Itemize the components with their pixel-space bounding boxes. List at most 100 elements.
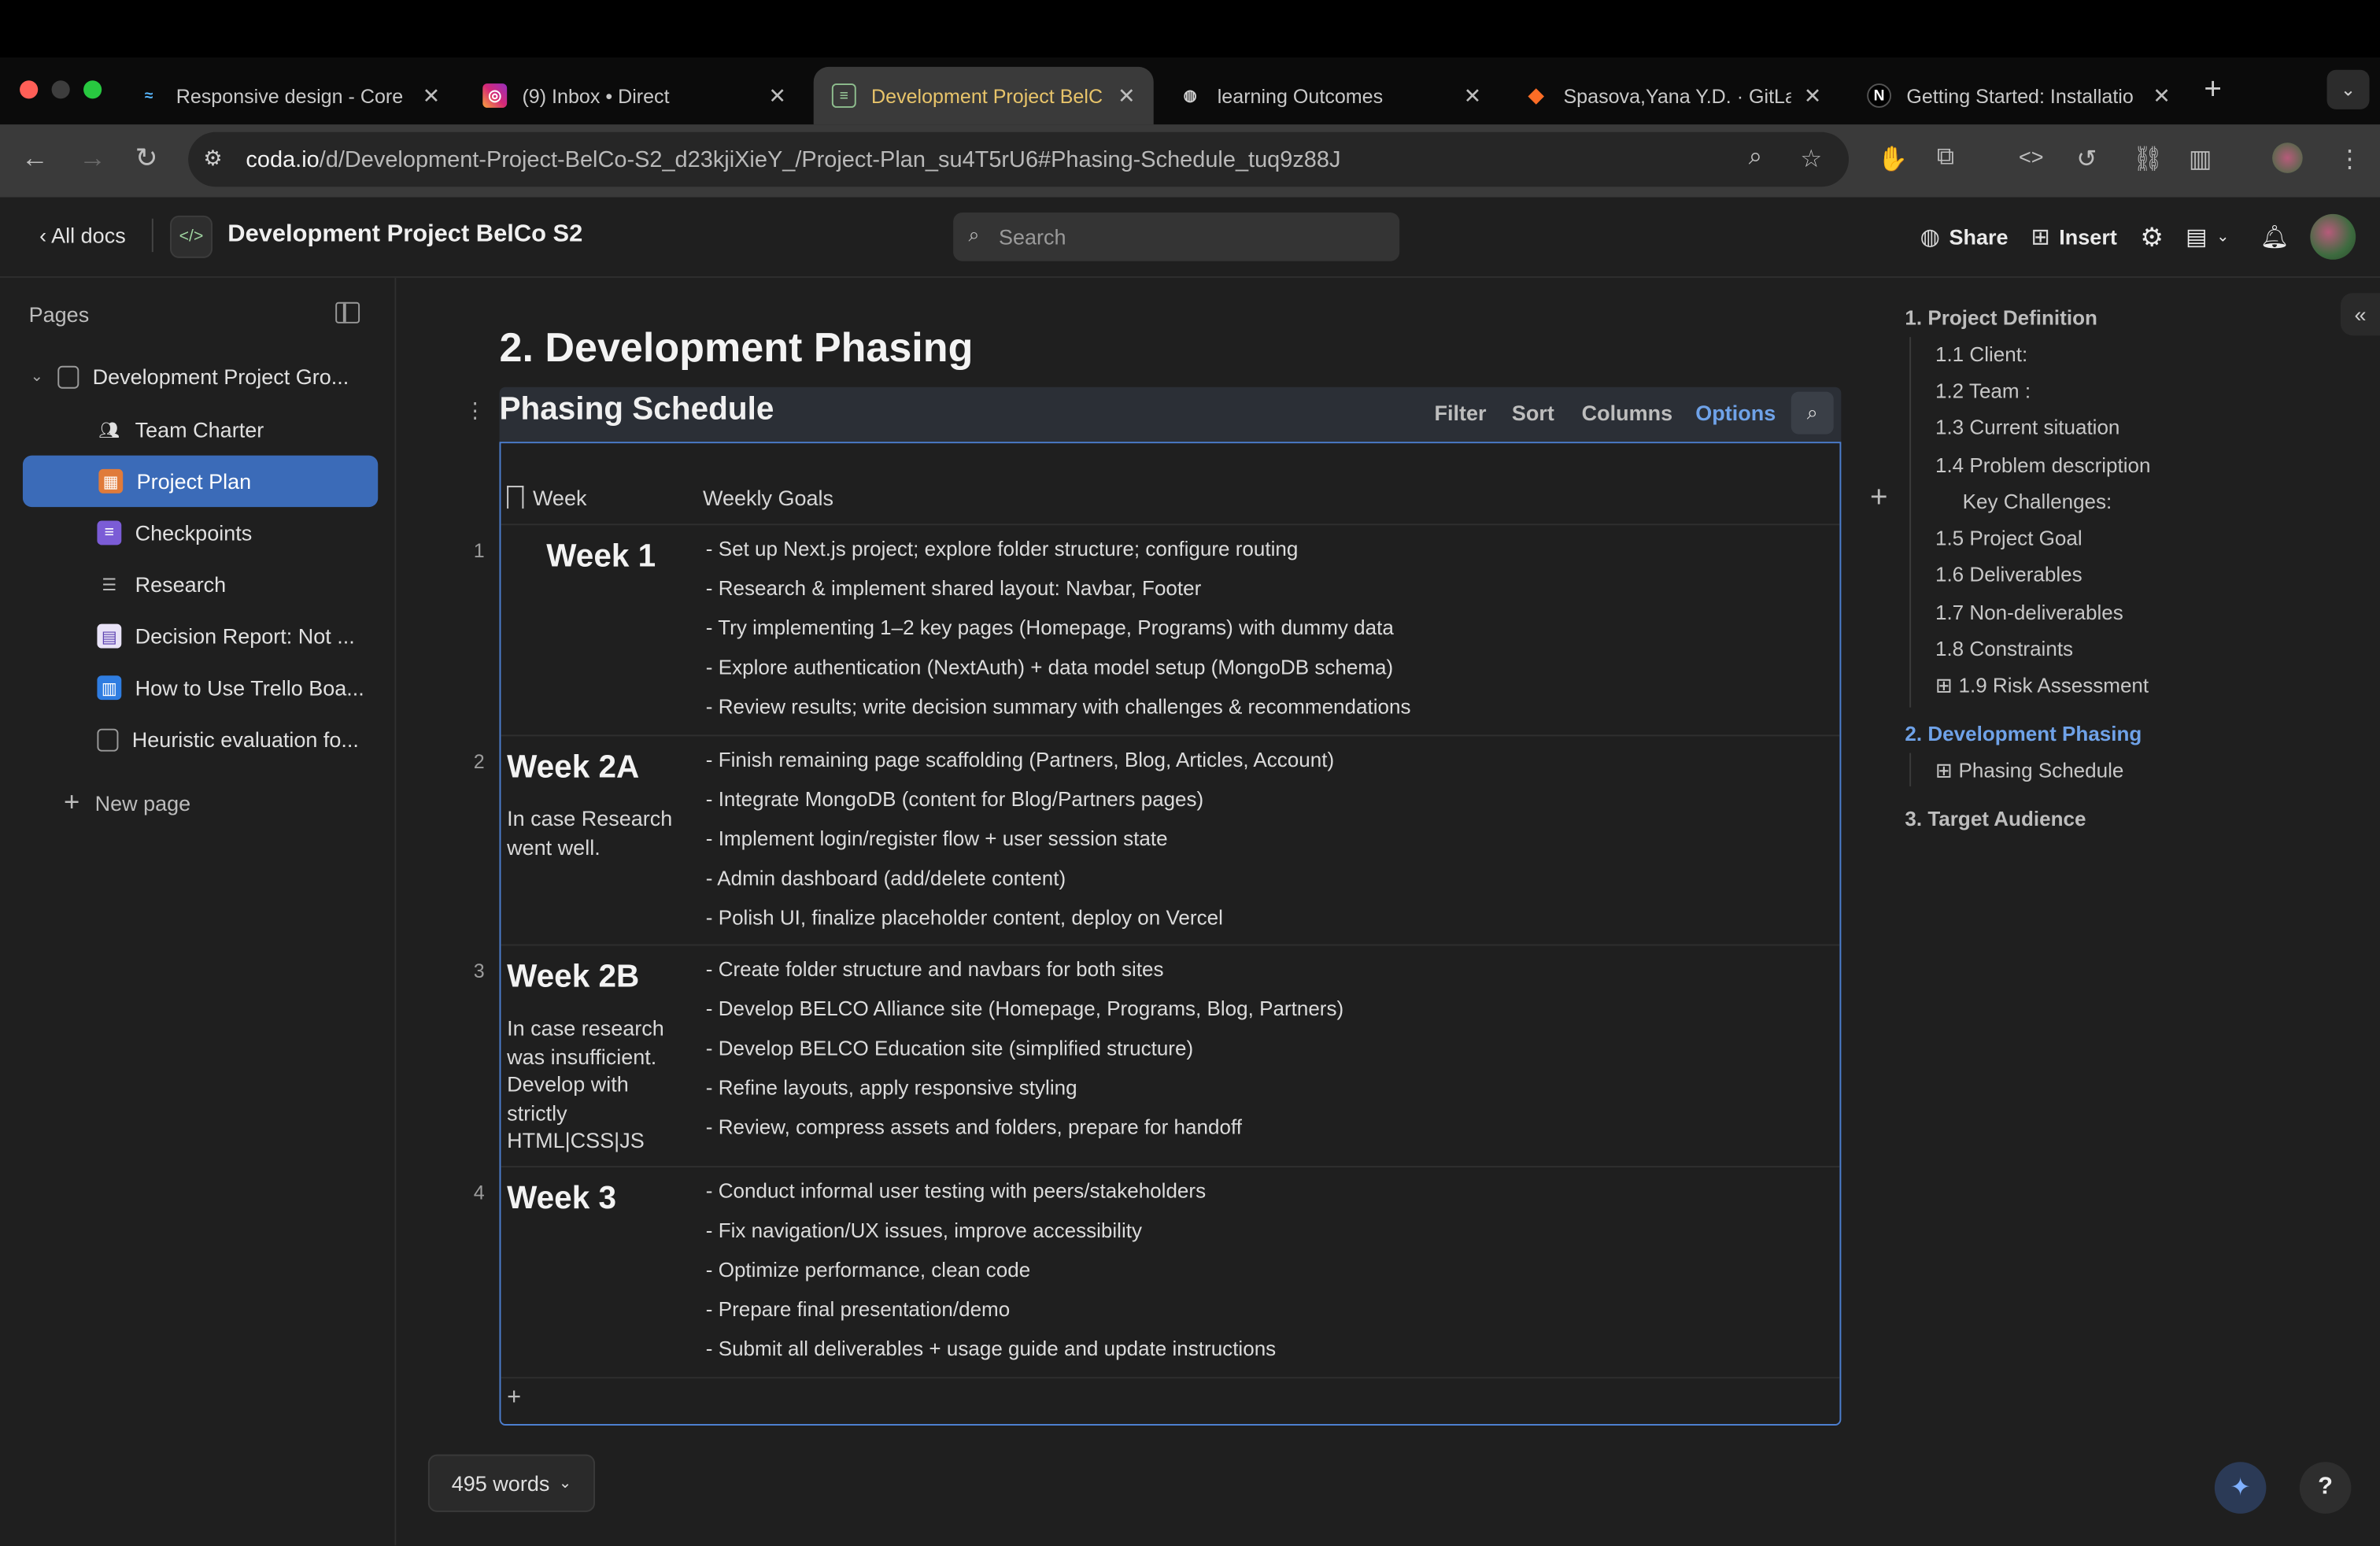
outline-item[interactable]: 1.5 Project Goal [1935, 527, 2082, 549]
add-column-icon[interactable]: + [1870, 481, 1888, 516]
doc-title[interactable]: Development Project BelCo S2 [227, 222, 582, 250]
code-icon[interactable]: <> [2019, 144, 2044, 168]
table-icon: ⊞ [1935, 674, 1953, 697]
outline-item[interactable]: 1.7 Non-deliverables [1935, 601, 2123, 624]
waves-icon: ≈ [144, 87, 153, 105]
sidebar-item-project-plan[interactable]: ▦ Project Plan [22, 455, 379, 508]
goal-item: - Refine layouts, apply responsive styli… [705, 1076, 1077, 1100]
columns-button[interactable]: Columns [1582, 401, 1673, 425]
close-icon[interactable]: ✕ [1804, 83, 1822, 109]
forward-icon[interactable]: → [79, 142, 106, 175]
sidebar-toggle-icon[interactable] [335, 301, 360, 324]
goal-item: - Review results; write decision summary… [705, 695, 1411, 719]
minimize-window-button[interactable] [51, 80, 70, 99]
outline-item[interactable]: 1.2 Team : [1935, 379, 2031, 402]
browser-tab-development-project[interactable]: ≡ Development Project BelC ✕ [813, 66, 1154, 125]
settings-gear-icon[interactable]: ⚙ [2140, 224, 2163, 254]
sidebar-item-checkpoints[interactable]: ≡ Checkpoints [97, 507, 378, 559]
ai-sparkle-button[interactable]: ✦ [2214, 1462, 2267, 1514]
address-bar[interactable]: coda.io/d/Development-Project-BelCo-S2_d… [188, 131, 1850, 187]
table-search-icon[interactable]: ⌕ [1791, 391, 1834, 435]
profile-avatar-icon[interactable] [2272, 142, 2303, 173]
reading-mode-icon[interactable]: ▥ [2189, 144, 2212, 175]
link-icon[interactable]: ⛓ [2133, 144, 2164, 175]
close-icon[interactable]: ✕ [768, 83, 786, 109]
extensions-icon[interactable]: ⧉ [1937, 144, 1954, 172]
help-button[interactable]: ? [2299, 1462, 2352, 1514]
notifications-bell-icon[interactable]: 🔔︎ [2260, 224, 2289, 250]
reload-icon[interactable]: ↻ [135, 142, 158, 175]
close-icon[interactable]: ✕ [1464, 83, 1482, 109]
search-input[interactable]: Search [953, 213, 1400, 261]
sidebar-item-decision-report[interactable]: ▤ Decision Report: Not ... [97, 610, 378, 662]
chevron-down-icon[interactable]: ⌄ [31, 368, 46, 385]
sidebar-item-trello-board[interactable]: ▥ How to Use Trello Boa... [97, 662, 378, 714]
goal-item: - Integrate MongoDB (content for Blog/Pa… [705, 787, 1204, 811]
outline-item[interactable]: 1.1 Client: [1935, 343, 2027, 366]
collapse-outline-icon[interactable]: « [2340, 293, 2380, 336]
sidebar-item-development-project[interactable]: ⌄ Development Project Gro... [31, 351, 386, 403]
team-icon: 👥︎ [98, 421, 120, 440]
column-header-week[interactable]: Week [533, 486, 587, 510]
goal-item: - Admin dashboard (add/delete content) [705, 867, 1066, 890]
outline-item[interactable]: 1.3 Current situation [1935, 416, 2119, 438]
back-icon[interactable]: ← [21, 142, 49, 175]
share-button[interactable]: ◍ Share [1920, 224, 2009, 250]
sidebar-item-heuristic-evaluation[interactable]: Heuristic evaluation fo... [97, 713, 378, 765]
add-row-button[interactable]: + [507, 1385, 521, 1412]
sidebar-item-research[interactable]: ☰ Research [97, 559, 378, 611]
bookmark-star-icon[interactable]: ☆ [1800, 144, 1822, 175]
browser-tab-inbox[interactable]: ◎ (9) Inbox • Direct ✕ [464, 67, 804, 124]
browser-tab-learning-outcomes[interactable]: ◍ learning Outcomes ✕ [1159, 67, 1499, 124]
new-page-button[interactable]: + New page [64, 786, 190, 819]
nextjs-icon: N [1867, 83, 1892, 108]
outline-item-phasing-schedule[interactable]: ⊞ Phasing Schedule [1935, 759, 2123, 783]
outline-item-risk-assessment[interactable]: ⊞ 1.9 Risk Assessment [1935, 674, 2149, 698]
search-icon: ⌕ [968, 223, 980, 246]
browser-menu-icon[interactable]: ⋮ [2338, 144, 2362, 175]
filter-button[interactable]: Filter [1435, 401, 1487, 425]
goal-item: - Develop BELCO Education site (simplifi… [705, 1037, 1194, 1060]
history-icon[interactable]: ↺ [2076, 144, 2097, 175]
drag-handle-icon[interactable]: ⋮ [464, 398, 486, 423]
zoom-icon[interactable]: ⌕ [1749, 144, 1762, 172]
table-icon: ⊞ [1935, 759, 1953, 782]
outline-item[interactable]: 1.4 Problem description [1935, 454, 2151, 477]
outline-item-development-phasing[interactable]: 2. Development Phasing [1905, 723, 2142, 745]
week-note: In case research was insufficient. Devel… [507, 1015, 664, 1153]
comments-icon[interactable]: ▤ ⌄ [2186, 224, 2229, 250]
insert-button[interactable]: ⊞ Insert [2031, 224, 2116, 250]
avatar[interactable] [2310, 213, 2356, 260]
close-icon[interactable]: ✕ [1118, 83, 1136, 109]
goal-item: - Review, compress assets and folders, p… [705, 1115, 1242, 1139]
week-title: Week 3 [507, 1181, 617, 1216]
word-count-button[interactable]: 495 words ⌄ [427, 1454, 596, 1512]
column-header-weekly-goals[interactable]: Weekly Goals [703, 486, 833, 510]
close-icon[interactable]: ✕ [423, 83, 441, 109]
options-button[interactable]: Options [1695, 401, 1776, 425]
outline-item[interactable]: Key Challenges: [1963, 490, 2112, 513]
outline-item[interactable]: 1.6 Deliverables [1935, 564, 2082, 586]
outline-item[interactable]: 1.8 Constraints [1935, 638, 2073, 660]
close-window-button[interactable] [20, 80, 39, 99]
goal-item: - Create folder structure and navbars fo… [705, 957, 1164, 981]
sidebar-item-team-charter[interactable]: 👥︎ Team Charter [97, 404, 378, 456]
all-docs-link[interactable]: ‹ All docs [39, 224, 126, 248]
outline-item-target-audience[interactable]: 3. Target Audience [1905, 808, 2086, 830]
adblock-extension-icon[interactable]: ✋ [1878, 144, 1908, 175]
new-tab-button[interactable]: + [2204, 73, 2222, 108]
browser-tab-getting-started[interactable]: N Getting Started: Installatio ✕ [1849, 67, 2189, 124]
site-settings-icon[interactable]: ⚙ [203, 146, 222, 172]
close-icon[interactable]: ✕ [2153, 83, 2171, 109]
outline-guide-line [1909, 753, 1912, 787]
maximize-window-button[interactable] [83, 80, 102, 99]
goal-item: - Prepare final presentation/demo [705, 1297, 1011, 1321]
outline-item-project-definition[interactable]: 1. Project Definition [1905, 307, 2097, 330]
row-divider [501, 734, 1840, 737]
sort-button[interactable]: Sort [1512, 401, 1554, 425]
browser-tab-responsive-design[interactable]: ≈ Responsive design - Core ✕ [118, 67, 458, 124]
browser-tab-gitlab[interactable]: ◆ Spasova,Yana Y.D. · GitLab ✕ [1506, 67, 1839, 124]
row-divider [501, 1377, 1840, 1379]
bookmark-icon [507, 486, 524, 509]
tab-search-button[interactable]: ⌄ [2326, 69, 2370, 109]
